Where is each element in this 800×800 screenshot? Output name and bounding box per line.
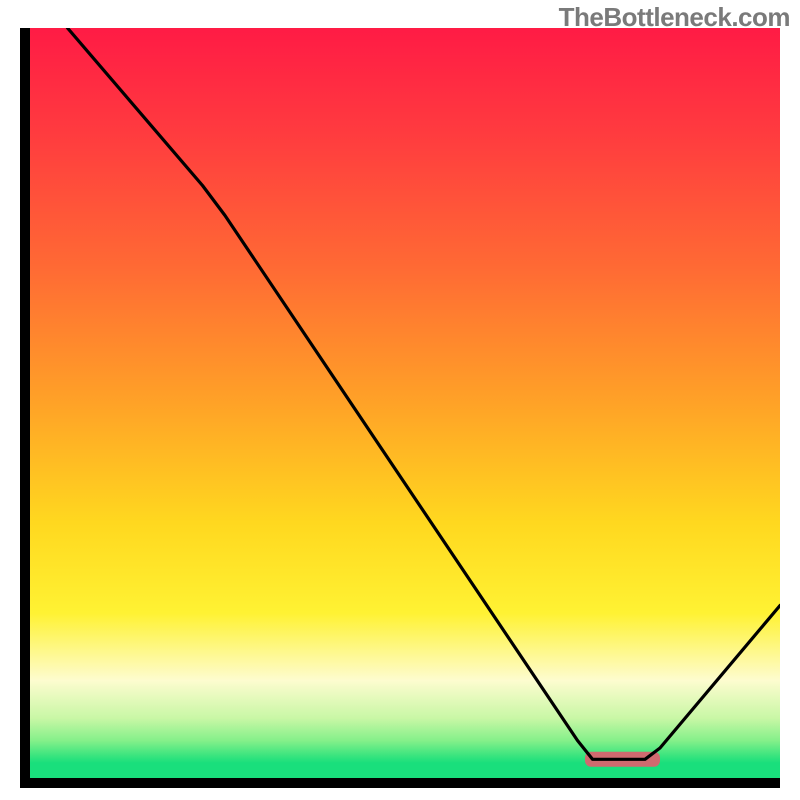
y-axis: [20, 28, 30, 788]
x-axis: [20, 778, 780, 788]
chart-svg: [30, 28, 780, 778]
plot-area: [30, 28, 780, 778]
chart-stage: TheBottleneck.com: [0, 0, 800, 800]
chart-curve: [68, 28, 781, 759]
chart-frame: [20, 28, 780, 788]
